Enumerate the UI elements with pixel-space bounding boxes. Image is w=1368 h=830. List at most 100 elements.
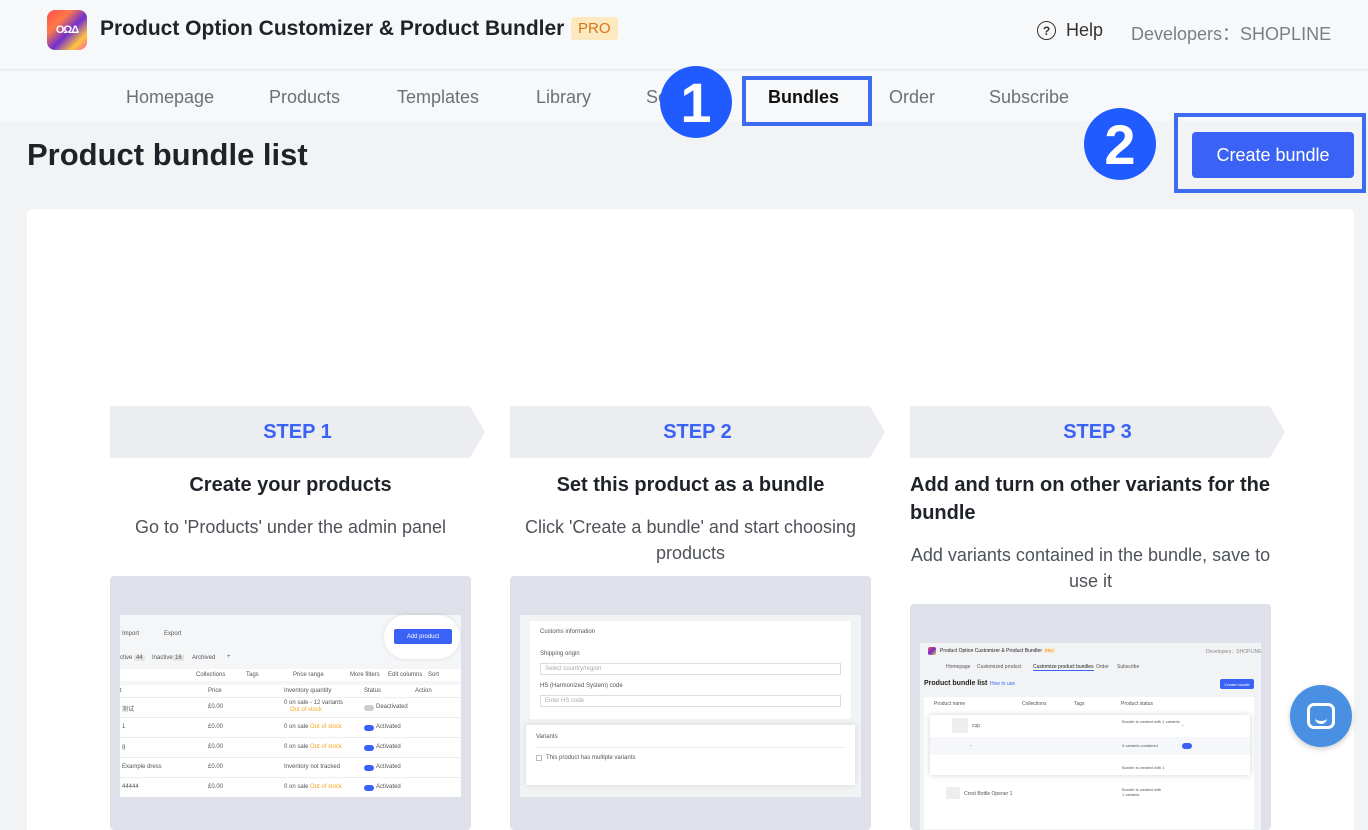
mock-row-name: 测试 (122, 707, 135, 713)
mock-col-inventory: Inventory quantity (284, 688, 332, 694)
mock-customs-panel: Customs information Shipping origin Sele… (530, 621, 851, 719)
mock-sort: Sort (428, 672, 440, 678)
mock-row-status: Activated (376, 784, 401, 790)
step-3-banner: STEP 3 (910, 406, 1285, 458)
mock-row-inventory: 0 on sale (284, 744, 309, 750)
mock-pro-badge: PRO (1044, 648, 1055, 653)
mock-import: Import (122, 631, 140, 637)
mock-row-name: 1 (122, 724, 126, 730)
step-3-heading: Add and turn on other variants for the b… (910, 474, 1271, 524)
mock-row-inventory: 0 on sale - 12 variants (284, 700, 344, 706)
step-3: STEP 3 Add and turn on other variants fo… (910, 406, 1285, 594)
nav-subscribe[interactable]: Subscribe (989, 87, 1069, 108)
mock-row-stock: Out of stock (290, 707, 323, 713)
mock-row: 测试 £0.00 0 on sale - 12 variants Out of … (120, 697, 461, 716)
mock-edit-columns: Edit columns (388, 672, 423, 678)
mock-col-title: t (120, 688, 122, 694)
step-1: STEP 1 Create your products Go to 'Produ… (110, 406, 485, 540)
mock-products-table: t Price Inventory quantity Status Action… (120, 685, 461, 797)
mock-country-placeholder: Select country/region (545, 666, 602, 672)
nav-library[interactable]: Library (536, 87, 591, 108)
mock-row-stock: Out of stock (310, 744, 343, 750)
mock-tab-inactive-count: 16 (173, 655, 184, 661)
nav-homepage[interactable]: Homepage (126, 87, 214, 108)
mock-page-title: Product bundle list (924, 680, 988, 687)
mock-row4-name: Crest Bottle Opener 1 (964, 791, 1013, 797)
mock-filter-price: Price range (293, 672, 324, 678)
chat-icon (1307, 703, 1335, 729)
step-1-banner: STEP 1 (110, 406, 485, 458)
mock-app-title: Product Option Customizer & Product Bund… (940, 648, 1042, 654)
mock-row: 44444 £0.00 0 on sale Out of stock Activ… (120, 777, 461, 796)
mock-tab-active: ctive (120, 655, 133, 661)
mock-row-name: g (122, 744, 126, 750)
step-2-description: Click 'Create a bundle' and start choosi… (524, 517, 857, 563)
app-header: OΩΔ Product Option Customizer & Product … (0, 0, 1368, 70)
mock-row-name: Example dress (122, 764, 162, 770)
mock-tab-archived: Archived (192, 655, 216, 661)
mock-row-inventory: 0 on sale (284, 784, 309, 790)
annotation-marker-2: 2 (1084, 108, 1156, 180)
mock-row4-status: Bundle is created with 1 variants (1122, 787, 1162, 797)
mock-row-toggle (364, 725, 374, 731)
mock-variants-checkbox (536, 755, 542, 761)
help-icon: ? (1037, 21, 1056, 40)
mock-row-inventory: Inventory not tracked (284, 764, 341, 770)
step-1-description: Go to 'Products' under the admin panel (134, 517, 447, 537)
create-bundle-button[interactable]: Create bundle (1192, 132, 1354, 178)
mock-nav-order: Order (1096, 664, 1109, 670)
mock-variant-row: - 0 variants contained (930, 737, 1250, 755)
mock-variants-title: Variants (536, 734, 558, 740)
mock-row-status: Activated (376, 724, 401, 730)
chat-support-button[interactable] (1290, 685, 1352, 747)
mock-tab-inactive: Inactive (152, 655, 173, 661)
step-2-banner: STEP 2 (510, 406, 885, 458)
mock-hs-placeholder: Enter HS code (545, 698, 585, 704)
mock-row3-status: Bundle is created with 1 (1122, 765, 1165, 770)
nav-order[interactable]: Order (889, 87, 935, 108)
mock-filter-collections: Collections (196, 672, 226, 678)
mock-row2-status: 0 variants contained (1122, 743, 1158, 748)
bundle-list-mock: Product Option Customizer & Product Bund… (920, 643, 1262, 830)
mock-variants-checkbox-label: This product has multiple variants (546, 755, 636, 761)
mock-create-bundle-button: Create bundle (1220, 679, 1254, 689)
mock-row-name: 44444 (122, 784, 139, 790)
mock-more-filters: More filters (350, 672, 380, 678)
app-title: Product Option Customizer & Product Bund… (100, 17, 565, 40)
step-3-screenshot: Product Option Customizer & Product Bund… (910, 604, 1271, 830)
nav-products[interactable]: Products (269, 87, 340, 108)
mock-row-toggle (364, 705, 374, 711)
products-admin-mock: Import Export Add product ctive 44 Inact… (120, 615, 461, 797)
help-link[interactable]: ? Help (1037, 20, 1103, 41)
mock-tab-active-count: 44 (134, 655, 145, 661)
mock-row-toggle (364, 765, 374, 771)
mock-variants-divider (536, 747, 845, 748)
mock-nav-bundles: Customize product bundles (1033, 664, 1094, 671)
mock-cup-thumbnail (952, 718, 968, 733)
mock-export: Export (164, 631, 182, 637)
mock-nav-subscribe: Subscribe (1117, 664, 1140, 670)
mock-col-action: Action (415, 688, 432, 694)
mock-hs-input: Enter HS code (540, 695, 841, 707)
mock-row: g £0.00 0 on sale Out of stock Activated (120, 737, 461, 756)
nav-templates[interactable]: Templates (397, 87, 479, 108)
mock-variants-panel: Variants This product has multiple varia… (526, 725, 855, 785)
help-label: Help (1066, 20, 1104, 40)
mock-customs-title: Customs information (540, 629, 596, 635)
annotation-marker-1: 1 (660, 66, 732, 138)
mock-row-price: £0.00 (208, 704, 224, 710)
bundles-highlight-box (742, 76, 872, 126)
mock-col-product: Product name (934, 701, 966, 707)
mock-row-status: Activated (376, 764, 401, 770)
mock-row-inventory: 0 on sale (284, 724, 309, 730)
mock-row-price: £0.00 (208, 724, 224, 730)
mock-add-product-button: Add product (394, 629, 452, 644)
mock-row-status: Activated (376, 744, 401, 750)
mock-row-status: Deactivated (376, 704, 408, 710)
mock-row1-dash: - (1182, 723, 1184, 729)
mock-row1-status: Bundle is created with 1 variants (1122, 719, 1180, 724)
mock-row: 1 £0.00 0 on sale Out of stock Activated (120, 717, 461, 736)
step-2-screenshot: Customs information Shipping origin Sele… (510, 576, 871, 830)
mock-variant-toggle (1182, 743, 1192, 749)
mock-col-price: Price (208, 688, 222, 694)
